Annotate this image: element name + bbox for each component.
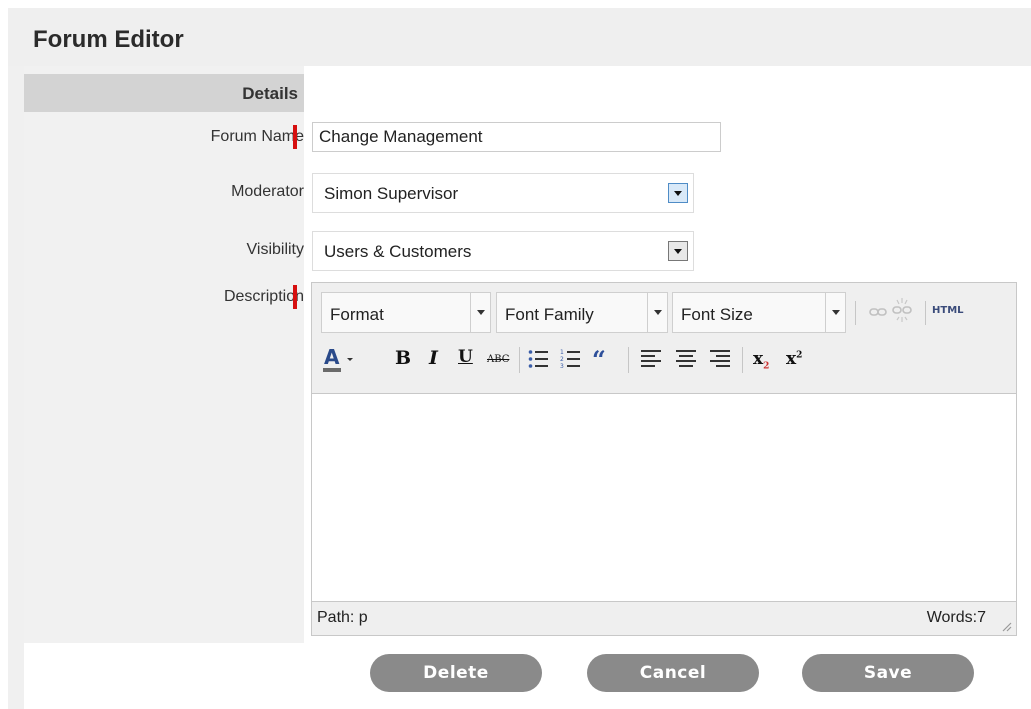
html-source-icon[interactable]: HTML bbox=[932, 305, 964, 316]
font-family-label: Font Family bbox=[505, 305, 594, 324]
toolbar-divider bbox=[519, 347, 520, 373]
align-center-icon[interactable] bbox=[675, 349, 697, 374]
text-color-icon[interactable]: A bbox=[321, 342, 355, 376]
unlink-icon[interactable] bbox=[892, 297, 912, 328]
resize-handle-icon[interactable] bbox=[1000, 619, 1012, 632]
page-header: Forum Editor bbox=[8, 8, 1031, 66]
section-header: Details bbox=[24, 74, 304, 112]
svg-text:1: 1 bbox=[560, 349, 564, 356]
editor-content-area[interactable] bbox=[312, 393, 1016, 602]
format-label: Format bbox=[330, 305, 384, 324]
italic-icon[interactable]: I bbox=[429, 347, 438, 369]
forum-name-input[interactable] bbox=[312, 122, 721, 152]
link-icon[interactable] bbox=[869, 305, 887, 324]
chevron-down-icon[interactable] bbox=[668, 241, 688, 261]
required-indicator bbox=[293, 285, 297, 309]
editor-toolbar-row-1: Format Font Family Font Size HTML bbox=[312, 283, 1016, 339]
svg-text:A: A bbox=[324, 345, 340, 369]
visibility-value: Users & Customers bbox=[324, 242, 472, 261]
word-count: Words:7 bbox=[926, 609, 986, 626]
chevron-down-icon bbox=[825, 293, 845, 332]
label-column bbox=[24, 66, 304, 643]
toolbar-divider bbox=[628, 347, 629, 373]
bullet-list-icon[interactable] bbox=[528, 348, 548, 375]
moderator-select[interactable]: Simon Supervisor bbox=[312, 173, 694, 213]
moderator-value: Simon Supervisor bbox=[324, 184, 459, 203]
required-indicator bbox=[293, 125, 297, 149]
strikethrough-icon[interactable]: ABC bbox=[487, 354, 509, 365]
cancel-button[interactable]: Cancel bbox=[587, 654, 759, 692]
page-title: Forum Editor bbox=[33, 26, 184, 53]
editor-path: Path: p bbox=[317, 609, 368, 626]
moderator-label: Moderator bbox=[231, 183, 304, 200]
chevron-down-icon bbox=[647, 293, 667, 332]
frame-left-border bbox=[8, 66, 24, 709]
toolbar-divider bbox=[742, 347, 743, 373]
chevron-down-icon[interactable] bbox=[668, 183, 688, 203]
toolbar-divider bbox=[855, 301, 856, 325]
numbered-list-icon[interactable]: 123 bbox=[560, 348, 580, 375]
editor-status-bar: Path: p Words:7 bbox=[312, 601, 1016, 635]
format-dropdown[interactable]: Format bbox=[321, 292, 491, 333]
forum-name-label: Forum Name bbox=[210, 128, 304, 145]
svg-text:2: 2 bbox=[560, 356, 564, 363]
rich-text-editor: Format Font Family Font Size HTML A B I … bbox=[311, 282, 1017, 636]
bold-icon[interactable]: B bbox=[395, 347, 411, 369]
visibility-label: Visibility bbox=[246, 241, 305, 258]
svg-text:3: 3 bbox=[560, 363, 564, 370]
blockquote-icon[interactable]: “ bbox=[592, 345, 606, 374]
subscript-icon[interactable]: x2 bbox=[753, 349, 769, 371]
font-family-dropdown[interactable]: Font Family bbox=[496, 292, 668, 333]
toolbar-divider bbox=[925, 301, 926, 325]
underline-icon[interactable]: U bbox=[458, 347, 473, 367]
superscript-icon[interactable]: x2 bbox=[786, 349, 802, 369]
visibility-select[interactable]: Users & Customers bbox=[312, 231, 694, 271]
chevron-down-icon bbox=[470, 293, 490, 332]
section-title: Details bbox=[242, 84, 298, 103]
align-right-icon[interactable] bbox=[709, 349, 731, 374]
save-button[interactable]: Save bbox=[802, 654, 974, 692]
description-label: Description bbox=[223, 288, 304, 305]
font-size-label: Font Size bbox=[681, 305, 753, 324]
font-size-dropdown[interactable]: Font Size bbox=[672, 292, 846, 333]
align-left-icon[interactable] bbox=[640, 349, 662, 374]
delete-button[interactable]: Delete bbox=[370, 654, 542, 692]
